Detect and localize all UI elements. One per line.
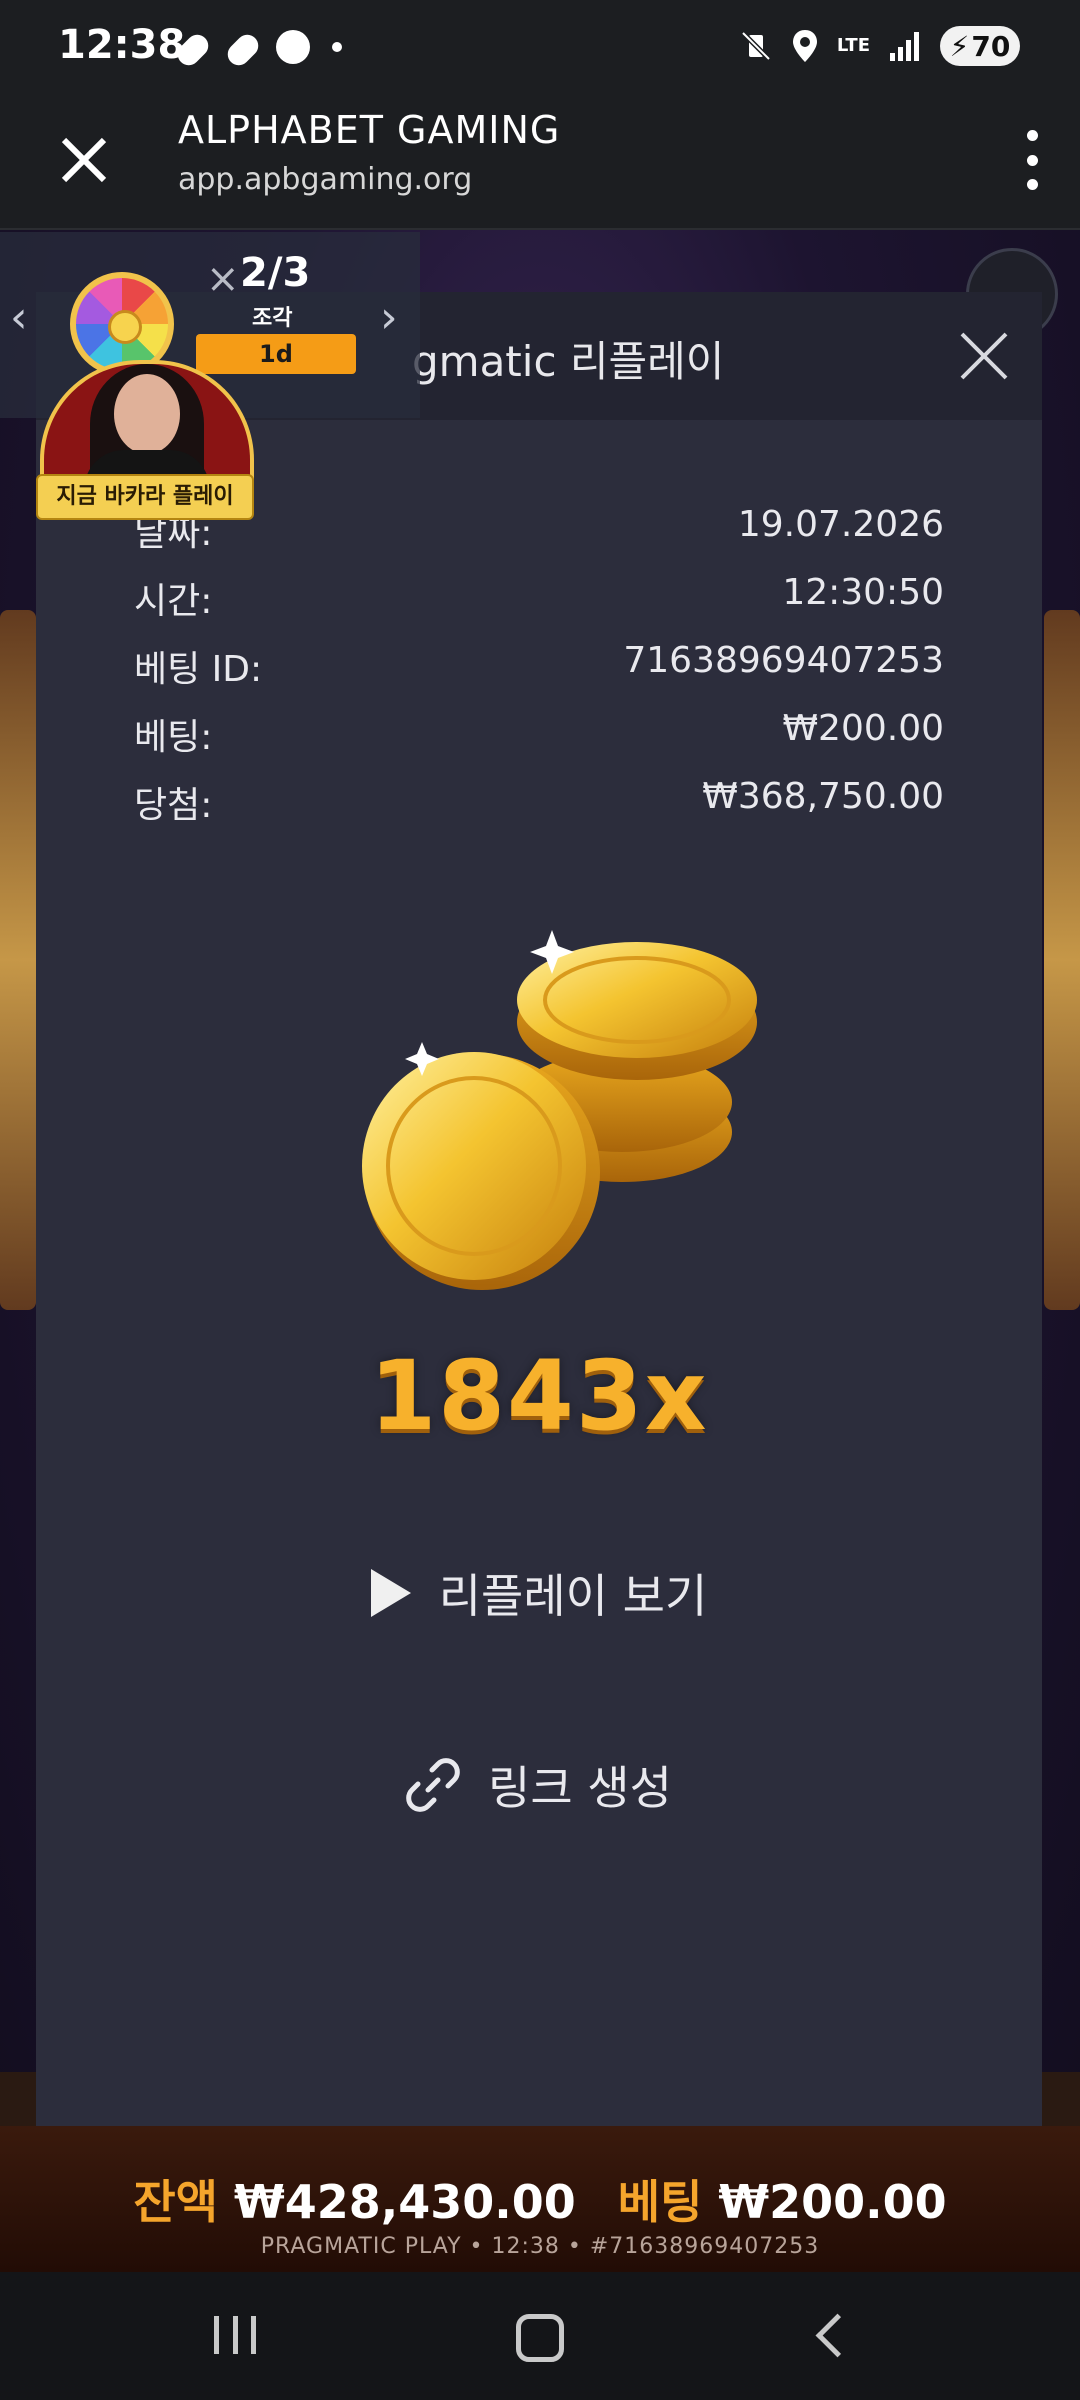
wheel-center (108, 310, 142, 344)
watch-replay-label: 리플레이 보기 (438, 1569, 708, 1623)
time-value: 12:30:50 (782, 572, 944, 613)
home-icon[interactable] (516, 2314, 564, 2362)
bet-row: 베팅: ₩200.00 (134, 708, 944, 768)
pill-icon (173, 30, 213, 70)
balance-value: ₩428,430.00 (233, 2175, 576, 2229)
bet-id-value: 71638969407253 (623, 640, 944, 681)
bet-amount-value: ₩200.00 (718, 2175, 947, 2229)
chevron-right-icon[interactable]: › (380, 292, 398, 343)
page-url[interactable]: app.apbgaming.org (178, 162, 472, 197)
date-row: 날짜: 19.07.2026 (134, 504, 944, 564)
win-row: 당첨: ₩368,750.00 (134, 776, 944, 836)
ticket-icon (223, 30, 263, 70)
network-type: LTE (836, 35, 870, 56)
modal-title: gmatic 리플레이 (412, 337, 725, 386)
app-notification-icon (276, 30, 310, 64)
notification-icons (173, 30, 342, 70)
battery-level: 70 (971, 29, 1011, 63)
bet-value: ₩200.00 (782, 708, 944, 749)
link-icon (406, 1758, 460, 1812)
bet-label: 베팅: (134, 717, 213, 758)
vibrate-mute-icon (741, 31, 771, 61)
play-icon (370, 1569, 411, 1617)
balance-line: 잔액 ₩428,430.00 베팅 ₩200.00 (0, 2166, 1080, 2232)
fragment-count: 2/3 (240, 250, 311, 296)
system-icons: LTE ⚡ 70 (739, 26, 1020, 66)
create-link-button[interactable]: 링크 생성 (36, 1752, 1042, 1818)
signal-icon (890, 32, 919, 61)
system-nav-bar (0, 2272, 1080, 2400)
game-meta: PRAGMATIC PLAY • 12:38 • #71638969407253 (260, 2234, 820, 2259)
play-baccarat-badge[interactable]: 지금 바카라 플레이 (36, 474, 254, 520)
bet-id-row: 베팅 ID: 71638969407253 (134, 640, 944, 700)
avatar-face (114, 374, 180, 454)
decorative-pillar-left (0, 610, 36, 1310)
win-value: ₩368,750.00 (702, 776, 944, 817)
win-multiplier: 1843x (369, 1340, 709, 1452)
decorative-pillar-right (1044, 610, 1080, 1310)
gold-coins-icon (362, 930, 757, 1290)
page-title: ALPHABET GAMING (178, 108, 561, 152)
watch-replay-button[interactable]: 리플레이 보기 (36, 1560, 1042, 1626)
timer-badge: 1d (196, 334, 356, 374)
back-icon[interactable] (815, 2313, 860, 2358)
widget-close-icon[interactable]: × (206, 256, 240, 302)
battery-indicator: ⚡ 70 (940, 26, 1020, 66)
location-icon (792, 30, 817, 62)
chevron-left-icon[interactable]: ‹ (10, 292, 28, 343)
time-row: 시간: 12:30:50 (134, 572, 944, 632)
win-label: 당첨: (134, 785, 213, 826)
status-time: 12:38 (58, 22, 186, 68)
fragment-label: 조각 (252, 306, 293, 331)
browser-app-bar: ALPHABET GAMING app.apbgaming.org (0, 96, 1080, 230)
time-label: 시간: (134, 581, 213, 622)
recent-apps-icon[interactable] (214, 2316, 256, 2354)
more-notifications-dot (332, 42, 342, 52)
bet-amount-label: 베팅 (617, 2175, 703, 2229)
balance-label: 잔액 (133, 2175, 218, 2229)
create-link-label: 링크 생성 (488, 1761, 672, 1815)
battery-charging-icon: ⚡ (949, 29, 970, 63)
date-value: 19.07.2026 (737, 504, 944, 545)
status-bar: 12:38 LTE ⚡ 70 (0, 0, 1080, 96)
more-options-icon[interactable] (1024, 130, 1040, 190)
replay-modal: gmatic 리플레이 날짜: 19.07.2026 시간: 12:30:50 … (36, 292, 1042, 2152)
bet-id-label: 베팅 ID: (134, 649, 263, 690)
close-icon[interactable] (56, 132, 112, 188)
modal-close-icon[interactable] (956, 328, 1012, 384)
